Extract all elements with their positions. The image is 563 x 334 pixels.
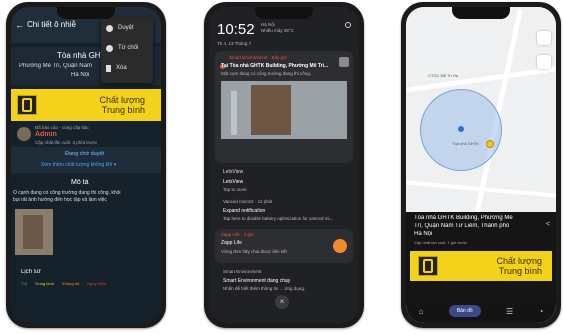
navigate-icon[interactable] [537, 55, 551, 69]
notification-title: LetsView [223, 169, 244, 175]
clock: 10:52 [217, 21, 255, 38]
back-arrow-icon[interactable]: ← [15, 20, 24, 30]
notification-title: Smart Environment đang chạy [223, 278, 291, 284]
building-pin-icon[interactable] [486, 140, 494, 148]
app-logo [418, 256, 438, 276]
location-marker[interactable] [458, 126, 464, 132]
phone-frame-notifications: 10:52 Hà Nội Nhiều mây 28°C Th 4, 13 Thá… [204, 2, 364, 328]
trash-icon [106, 64, 111, 72]
legend-item: Tốt [21, 281, 27, 286]
phone-frame-detail: ← Chi tiết ô nhiễ Duyệt Từ chối Xóa Tòa … [6, 2, 166, 328]
notification-body: Tap to more [223, 187, 247, 192]
description-title: Mô tả [71, 179, 89, 186]
notification-app: Zapp Life · 1 giờ [221, 232, 254, 237]
quality-label: Chất lượng [496, 256, 542, 266]
notification-shade: 10:52 Hà Nội Nhiều mây 28°C Th 4, 13 Thá… [209, 7, 359, 323]
legend-item: Không tốt [61, 281, 80, 286]
air-quality-banner: Chất lượng Trung bình [11, 89, 161, 121]
notification-app: Smart Environment [223, 269, 262, 274]
notification-body: Tap here to disable battery optimization… [223, 216, 334, 221]
location-title: Trì, Quận Nam Từ Liêm, Thành phố [414, 223, 510, 229]
description-text: Ô cạnh đang có công trường đang thi công… [13, 190, 121, 196]
nav-map-button[interactable]: Bản đồ [448, 305, 481, 317]
carrier: Hà Nội [261, 22, 275, 27]
notification-thumbnail [339, 57, 349, 67]
notification-app: Vanced microG · 11 phút [223, 199, 273, 204]
close-circle-icon [106, 44, 113, 52]
phone-frame-map: CTGC Mễ Trì Hạ Tòa nhà GHTK Tòa nhà GHTK… [401, 2, 561, 328]
notification-title: Zapp Life [221, 240, 242, 246]
profile-icon[interactable]: ◔ [538, 307, 543, 316]
reporter-meta: Đã báo cáo · cùng cấp bậc [35, 125, 89, 130]
zapp-logo-icon [333, 239, 347, 253]
map-view[interactable]: CTGC Mễ Trì Hạ Tòa nhà GHTK [406, 7, 556, 217]
page-title: Chi tiết ô nhiễ [27, 20, 76, 29]
history-legend: Tốt Trung bình Không tốt Nguy hiểm [21, 281, 106, 286]
notch [255, 7, 313, 19]
menu-item-reject[interactable]: Từ chối [106, 43, 138, 53]
legend-item: Trung bình [34, 281, 54, 286]
reporter-name: Admin [35, 131, 57, 138]
map-screen: CTGC Mễ Trì Hạ Tòa nhà GHTK Tòa nhà GHTK… [406, 7, 556, 323]
notch [57, 7, 115, 19]
notification-title: LetsView [223, 179, 244, 185]
map-label: CTGC Mễ Trì Hạ [428, 73, 459, 78]
air-quality-banner: Chất lượng Trung bình [410, 251, 552, 281]
home-icon[interactable]: ⌂ [419, 307, 424, 316]
check-circle-icon [106, 24, 113, 32]
menu-item-delete[interactable]: Xóa [106, 63, 127, 73]
notch [452, 7, 510, 19]
notification-photo [221, 81, 347, 139]
notification-title: Tại Tòa nhà GHTK Building, Phường Mễ Trì… [221, 63, 329, 69]
reporter-time: Cập nhật lần cuối: 3 phút trước [35, 140, 98, 145]
avatar [17, 127, 31, 141]
notification-body: Vừng đơn hãy chia được liên kết [221, 249, 287, 254]
menu-label: Duyệt [118, 25, 134, 31]
status-badge: Đang chờ duyệt [65, 151, 105, 157]
history-title: Lịch sử [21, 269, 41, 275]
date: Th 4, 13 Tháng 7 [217, 41, 252, 46]
list-icon[interactable]: ☰ [506, 307, 513, 316]
menu-label: Từ chối [118, 45, 139, 51]
menu-item-approve[interactable]: Duyệt [106, 23, 134, 33]
map-label: Tòa nhà GHTK [452, 141, 479, 146]
close-icon[interactable]: × [275, 295, 289, 309]
description-text: bụi rất ảnh hưởng đến học tập và làm việ… [13, 197, 107, 203]
updated-time: Cập nhật lần cuối: 1 giờ trước [414, 240, 468, 245]
bottom-navigation: ⌂ Bản đồ ☰ ◔ [406, 299, 556, 323]
notification-app: Smart Environment · Bây giờ [229, 55, 287, 60]
app-logo [17, 95, 37, 115]
report-photo[interactable] [15, 209, 53, 255]
detail-screen: ← Chi tiết ô nhiễ Duyệt Từ chối Xóa Tòa … [11, 7, 161, 323]
address-line: Phường Mễ Trì, Quận Nam [19, 63, 92, 69]
legend-item: Nguy hiểm [87, 281, 107, 286]
menu-label: Xóa [116, 65, 127, 71]
weather: Nhiều mây 28°C [261, 28, 294, 33]
air-quality-link[interactable]: Xem thêm chất lượng không khí ▾ [41, 162, 116, 168]
quality-label: Chất lượng [99, 95, 145, 105]
quality-value: Trung bình [498, 266, 542, 276]
layers-icon[interactable] [537, 31, 551, 45]
location-title: Hà Nội [414, 231, 433, 237]
notification-smart-environment[interactable]: Smart Environment · Bây giờ Tại Tòa nhà … [215, 51, 353, 163]
notification-body: Nhấn để biết thêm thông tin ... ứng dụng… [223, 286, 306, 291]
notification-body: Một cụm đang có công trường đang thi côn… [221, 71, 314, 76]
settings-icon[interactable] [345, 22, 351, 28]
notification-zapp[interactable]: Zapp Life · 1 giờ Zapp Life Vừng đơn hãy… [215, 229, 353, 263]
notification-title: Expand notification [223, 208, 266, 214]
share-icon[interactable]: < [546, 221, 550, 228]
address-line: Hà Nội [71, 72, 90, 78]
action-menu: Duyệt Từ chối Xóa [101, 17, 153, 83]
location-title: Tòa nhà GHTK Building, Phường Mễ [414, 215, 513, 221]
quality-value: Trung bình [101, 105, 145, 115]
